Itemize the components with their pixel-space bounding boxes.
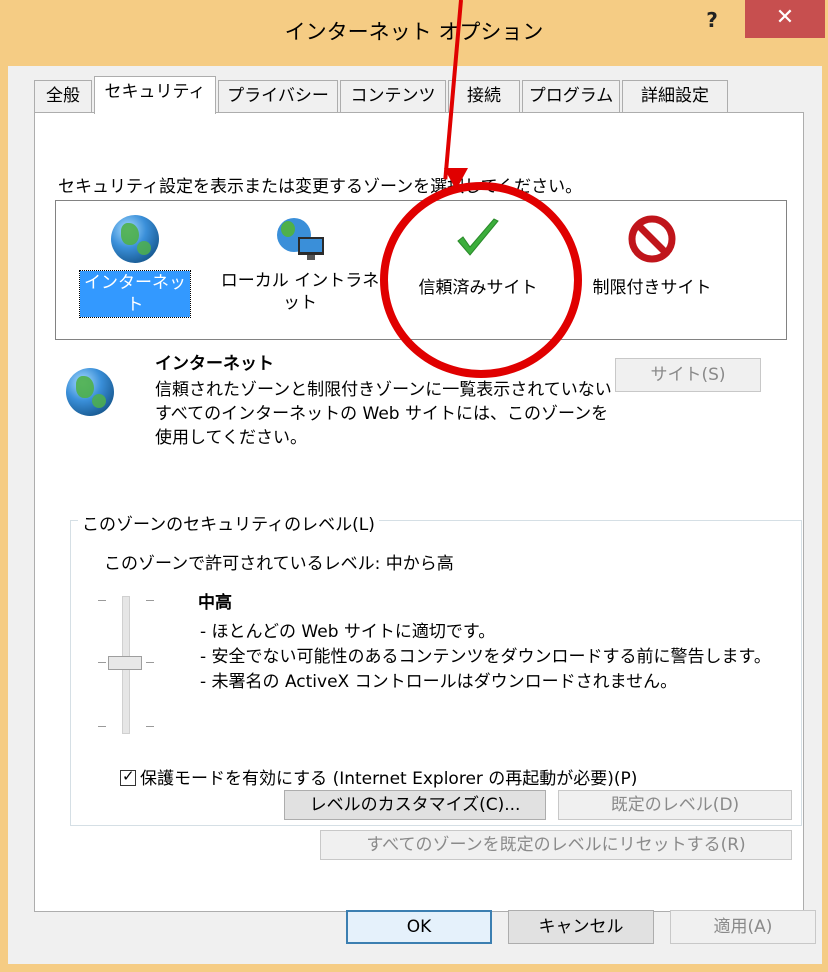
- level-name: 中高: [198, 593, 232, 613]
- level-detail-line: - ほとんどの Web サイトに適切です。: [200, 622, 496, 642]
- slider-tick: [146, 662, 154, 663]
- zone-label: インターネット: [79, 270, 191, 318]
- no-entry-icon: [628, 215, 676, 263]
- tab-content[interactable]: コンテンツ: [340, 80, 446, 112]
- zone-label: 制限付きサイト: [592, 278, 712, 298]
- globe-icon: [66, 368, 114, 416]
- ok-button[interactable]: OK: [346, 910, 492, 944]
- title-bar: インターネット オプション ? ✕: [0, 0, 828, 66]
- tab-privacy[interactable]: プライバシー: [218, 80, 338, 112]
- zone-info-description: 信頼されたゾーンと制限付きゾーンに一覧表示されていないすべてのインターネットの …: [155, 380, 612, 448]
- slider-thumb[interactable]: [108, 656, 142, 670]
- zone-info-icon-wrap: [66, 368, 114, 416]
- zone-local-intranet[interactable]: ローカル イントラネット: [220, 215, 380, 314]
- tab-advanced[interactable]: 詳細設定: [622, 80, 728, 112]
- zone-info-title: インターネット: [155, 354, 274, 374]
- default-level-button[interactable]: 既定のレベル(D): [558, 790, 792, 820]
- dialog-window: インターネット オプション ? ✕ 全般 セキュリティ プライバシー コンテンツ…: [0, 0, 828, 972]
- slider-tick: [146, 726, 154, 727]
- annotation-circle: [380, 182, 582, 378]
- zone-internet[interactable]: インターネット: [79, 215, 191, 318]
- close-button[interactable]: ✕: [745, 0, 825, 38]
- tab-programs[interactable]: プログラム: [522, 80, 620, 112]
- cancel-button[interactable]: キャンセル: [508, 910, 654, 944]
- security-level-slider[interactable]: [96, 594, 156, 734]
- allowed-level-text: このゾーンで許可されているレベル: 中から高: [104, 554, 454, 574]
- protected-mode-checkbox[interactable]: [120, 767, 136, 786]
- intranet-icon: [277, 218, 324, 260]
- protected-mode-label: 保護モードを有効にする (Internet Explorer の再起動が必要)(…: [140, 769, 638, 789]
- zone-restricted-sites[interactable]: 制限付きサイト: [582, 215, 722, 300]
- dialog-client-area: 全般 セキュリティ プライバシー コンテンツ 接続 プログラム 詳細設定 セキュ…: [8, 66, 822, 964]
- custom-level-button[interactable]: レベルのカスタマイズ(C)...: [284, 790, 546, 820]
- slider-tick: [98, 662, 106, 663]
- security-level-group-label: このゾーンのセキュリティのレベル(L): [78, 510, 379, 535]
- tab-connections[interactable]: 接続: [448, 80, 520, 112]
- apply-button[interactable]: 適用(A): [670, 910, 816, 944]
- help-button[interactable]: ?: [694, 5, 730, 37]
- slider-tick: [98, 726, 106, 727]
- level-detail-line: - 未署名の ActiveX コントロールはダウンロードされません。: [200, 672, 678, 692]
- slider-tick: [98, 600, 106, 601]
- reset-all-zones-button[interactable]: すべてのゾーンを既定のレベルにリセットする(R): [320, 830, 792, 860]
- protected-mode-row[interactable]: 保護モードを有効にする (Internet Explorer の再起動が必要)(…: [120, 764, 637, 789]
- globe-icon: [111, 215, 159, 263]
- level-detail-line: - 安全でない可能性のあるコンテンツをダウンロードする前に警告します。: [200, 647, 771, 667]
- sites-button[interactable]: サイト(S): [615, 358, 761, 392]
- tab-security[interactable]: セキュリティ: [94, 76, 216, 114]
- level-details: - ほとんどの Web サイトに適切です。 - 安全でない可能性のあるコンテンツ…: [200, 620, 771, 695]
- slider-tick: [146, 600, 154, 601]
- zone-label: ローカル イントラネット: [220, 271, 380, 313]
- tab-general[interactable]: 全般: [34, 80, 92, 112]
